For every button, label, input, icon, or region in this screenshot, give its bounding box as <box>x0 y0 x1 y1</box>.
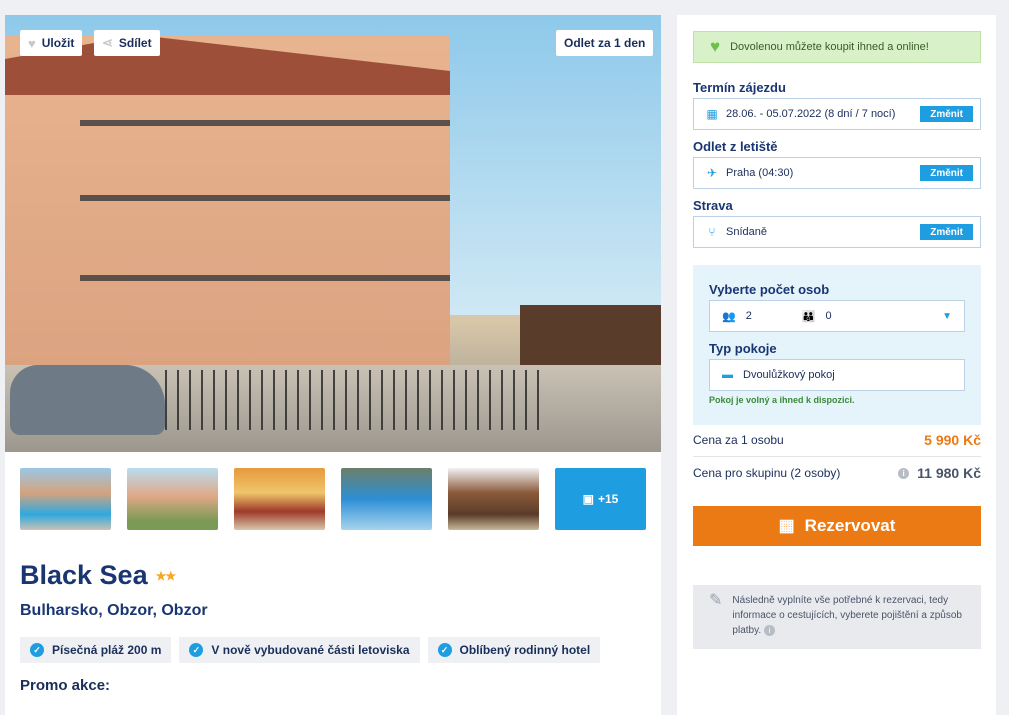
share-button[interactable]: ⋖ Sdílet <box>94 30 160 56</box>
info-icon[interactable]: i <box>898 467 910 479</box>
hotel-main-photo[interactable]: ♥ Uložit ⋖ Sdílet Odlet za 1 den <box>5 15 661 452</box>
thumbnail-pool[interactable] <box>20 468 111 530</box>
tag-new-area: ✓ V nově vybudované části letoviska <box>179 637 420 663</box>
tag-label: V nově vybudované části letoviska <box>211 643 410 657</box>
photo-balcony <box>80 195 450 201</box>
hotel-name: Black Sea <box>20 560 148 590</box>
price-group-label: Cena pro skupinu (2 osoby) <box>693 466 841 480</box>
more-photos-button[interactable]: ▣ +15 <box>555 468 646 530</box>
persons-select[interactable]: 👥 2 👪 0 ▼ <box>709 300 965 332</box>
price-person-value: 5 990 Kč <box>924 432 981 448</box>
star-rating: ★★ <box>155 568 176 583</box>
change-airport-button[interactable]: Změnit <box>920 165 973 181</box>
photo-building <box>5 35 450 365</box>
save-label: Uložit <box>41 36 75 50</box>
bed-icon: ▬ <box>722 369 733 381</box>
departure-badge: Odlet za 1 den <box>556 30 654 56</box>
info-icon[interactable]: i <box>763 625 775 636</box>
photo-car <box>10 365 165 435</box>
photo-balcony <box>80 120 450 126</box>
gallery-icon: ▣ <box>582 492 594 506</box>
airport-label: Odlet z letiště <box>693 139 778 154</box>
booking-panel: ♥ Dovolenou můžete koupit ihned a online… <box>677 15 996 715</box>
pin-icon: ✎ <box>709 592 723 609</box>
check-icon: ✓ <box>30 643 44 657</box>
hotel-tags: ✓ Písečná pláž 200 m ✓ V nově vybudované… <box>20 637 601 663</box>
plane-icon: ✈ <box>706 166 718 180</box>
heart-icon: ♥ <box>710 37 721 56</box>
thumbnail-pool-top[interactable] <box>341 468 432 530</box>
term-label: Termín zájezdu <box>693 80 786 95</box>
price-group-value: 11 980 Kč <box>917 465 981 481</box>
tag-label: Oblíbený rodinný hotel <box>459 643 591 657</box>
price-group-wrap: i 11 980 Kč <box>898 465 981 481</box>
next-steps-note: ✎ Následně vyplníte vše potřebné k rezer… <box>693 585 981 649</box>
chevron-down-icon: ▼ <box>942 310 952 322</box>
tag-label: Písečná pláž 200 m <box>52 643 162 657</box>
calendar-icon: ▦ <box>706 107 718 121</box>
board-value: Snídaně <box>726 226 767 238</box>
share-icon: ⋖ <box>102 35 113 50</box>
persons-label: Vyberte počet osob <box>709 282 830 297</box>
note-text: Následně vyplníte vše potřebné k rezerva… <box>732 593 969 649</box>
room-select[interactable]: ▬ Dvoulůžkový pokoj <box>709 359 965 391</box>
adults-count: 2 <box>745 310 752 322</box>
check-icon: ✓ <box>189 643 204 657</box>
hotel-panel: ♥ Uložit ⋖ Sdílet Odlet za 1 den ▣ +15 B… <box>5 15 661 715</box>
room-selection-box: Vyberte počet osob 👥 2 👪 0 ▼ Typ pokoje … <box>693 265 981 425</box>
airport-field[interactable]: ✈ Praha (04:30) Změnit <box>693 157 981 189</box>
departure-badge-text: Odlet za 1 den <box>564 36 646 50</box>
check-icon: ✓ <box>437 643 452 657</box>
children-count: 0 <box>825 310 832 322</box>
thumbnail-restaurant[interactable] <box>448 468 539 530</box>
board-label: Strava <box>693 198 733 213</box>
room-value: Dvoulůžkový pokoj <box>743 369 835 381</box>
price-group: Cena pro skupinu (2 osoby) i 11 980 Kč <box>693 465 981 481</box>
price-person-label: Cena za 1 osobu <box>693 433 784 447</box>
thumbnail-strip: ▣ +15 <box>20 468 646 530</box>
heart-icon: ♥ <box>28 35 36 51</box>
price-divider <box>693 456 981 457</box>
share-label: Sdílet <box>118 36 152 50</box>
calendar-icon: ▦ <box>778 516 795 535</box>
term-value: 28.06. - 05.07.2022 (8 dní / 7 nocí) <box>726 108 896 120</box>
tag-family: ✓ Oblíbený rodinný hotel <box>427 637 601 663</box>
children-icon: 👪 <box>801 310 816 323</box>
banner-text: Dovolenou můžete koupit ihned a online! <box>730 41 929 53</box>
adults-icon: 👥 <box>722 310 736 323</box>
photo-balcony <box>80 275 450 281</box>
more-photos-count: +15 <box>597 492 619 506</box>
reserve-button[interactable]: ▦ Rezervovat <box>693 506 981 546</box>
hotel-location: Bulharsko, Obzor, Obzor <box>20 602 208 619</box>
cutlery-icon: ⑂ <box>708 225 716 239</box>
price-per-person: Cena za 1 osobu 5 990 Kč <box>693 432 981 448</box>
thumbnail-building[interactable] <box>127 468 218 530</box>
buy-online-banner: ♥ Dovolenou můžete koupit ihned a online… <box>693 31 981 63</box>
photo-fence <box>165 370 545 430</box>
tag-beach: ✓ Písečná pláž 200 m <box>20 637 172 663</box>
term-field[interactable]: ▦ 28.06. - 05.07.2022 (8 dní / 7 nocí) Z… <box>693 98 981 130</box>
thumbnail-room[interactable] <box>234 468 325 530</box>
board-field[interactable]: ⑂ Snídaně Změnit <box>693 216 981 248</box>
change-term-button[interactable]: Změnit <box>920 106 973 122</box>
airport-value: Praha (04:30) <box>726 167 794 179</box>
availability-text: Pokoj je volný a ihned k dispozici. <box>709 395 855 405</box>
save-button[interactable]: ♥ Uložit <box>20 30 83 56</box>
room-label: Typ pokoje <box>709 341 777 356</box>
promo-heading: Promo akce: <box>20 677 111 694</box>
change-board-button[interactable]: Změnit <box>920 224 973 240</box>
hotel-title: Black Sea ★★ <box>20 560 176 591</box>
reserve-label: Rezervovat <box>804 516 896 535</box>
